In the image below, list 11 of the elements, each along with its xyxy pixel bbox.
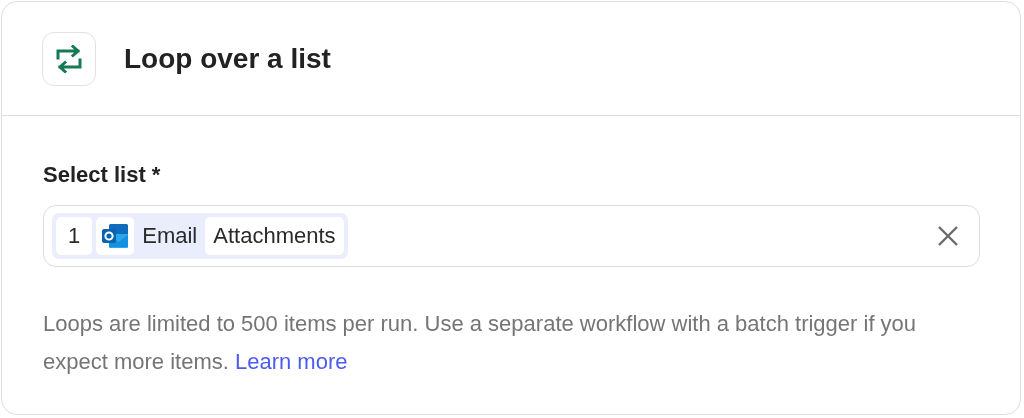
loop-icon — [55, 44, 83, 73]
variable-token[interactable]: 1 Email Attachments — [52, 213, 348, 259]
token-value: Attachments — [205, 217, 344, 255]
step-number: 1 — [56, 217, 93, 255]
close-icon[interactable] — [937, 225, 959, 247]
field-label: Select list * — [43, 162, 161, 188]
help-text: Loops are limited to 500 items per run. Use a separate workflow with a batch trigger if you expect more items. Learn more — [43, 310, 918, 376]
app-name: Email — [141, 223, 199, 249]
card-title: Loop over a list — [124, 42, 331, 75]
list-select-field[interactable]: 1 Email Attachments — [43, 205, 980, 267]
learn-more-link[interactable]: Learn more — [234, 349, 348, 374]
